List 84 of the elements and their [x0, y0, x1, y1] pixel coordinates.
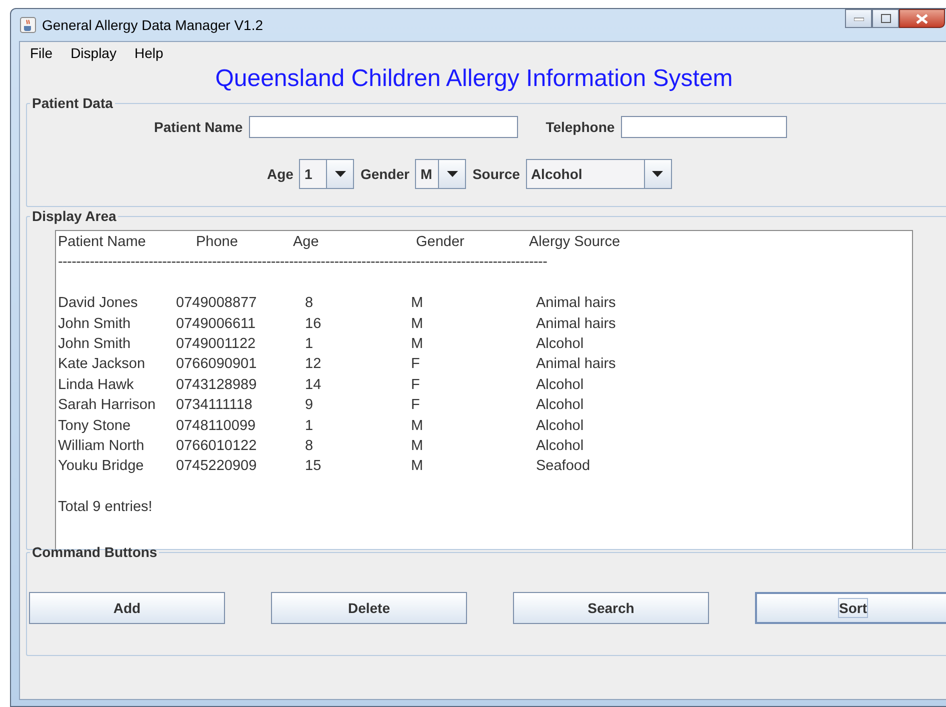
- caret-icon: [334, 171, 346, 177]
- table-cell: Seafood: [536, 458, 590, 474]
- window-title: General Allergy Data Manager V1.2: [42, 17, 264, 33]
- table-cell: Alcohol: [536, 438, 584, 454]
- table-cell: F: [411, 376, 420, 393]
- column-header: Patient Name: [58, 234, 146, 250]
- table-cell: 0734111118: [176, 397, 252, 414]
- source-dropdown[interactable]: Alcohol: [526, 159, 672, 189]
- table-cell: Alcohol: [536, 336, 584, 352]
- section-title: Patient Data: [31, 95, 114, 111]
- close-button[interactable]: [899, 9, 945, 28]
- field-label: Age: [267, 166, 294, 182]
- table-cell: M: [411, 418, 424, 434]
- telephone-field[interactable]: [620, 116, 787, 138]
- minimize-button[interactable]: [845, 9, 872, 28]
- table-cell: Linda Hawk: [58, 376, 134, 393]
- table-cell: M: [411, 336, 424, 352]
- table-cell: M: [411, 295, 424, 312]
- app-heading: Queensland Children Allergy Information System: [214, 64, 734, 94]
- table-cell: Animal hairs: [536, 356, 616, 372]
- table-cell: David Jones: [58, 295, 138, 312]
- field-label: Source: [472, 166, 520, 182]
- table-cell: 0766090901: [176, 356, 257, 372]
- column-header: Alergy Source: [529, 234, 620, 250]
- caret-icon: [446, 171, 458, 177]
- maximize-icon: [880, 14, 890, 23]
- table-cell: 0749008877: [176, 295, 257, 312]
- table-cell: 1: [305, 418, 314, 434]
- table-cell: 12: [305, 356, 322, 372]
- caret-icon: [652, 171, 664, 177]
- table-cell: Alcohol: [536, 376, 584, 393]
- command-button[interactable]: Delete: [271, 592, 467, 624]
- maximize-button[interactable]: [872, 9, 899, 28]
- table-cell: Youku Bridge: [58, 458, 144, 474]
- age-dropdown[interactable]: 1: [299, 159, 354, 189]
- table-cell: 16: [305, 316, 322, 332]
- field-label: Gender: [360, 166, 410, 182]
- table-cell: F: [411, 397, 420, 414]
- table-cell: 9: [305, 397, 314, 414]
- table-cell: F: [411, 356, 420, 372]
- command-button[interactable]: Sort: [755, 592, 946, 624]
- close-icon: [916, 14, 928, 24]
- total-text: Total 9 entries!: [58, 499, 152, 516]
- table-cell: John Smith: [58, 336, 131, 352]
- table-cell: 0745220909: [176, 458, 257, 474]
- menu-item[interactable]: Display: [70, 45, 116, 63]
- patient-name-field[interactable]: [248, 116, 518, 138]
- table-cell: 0749001122: [176, 336, 256, 352]
- field-label: Patient Name: [154, 119, 243, 135]
- table-cell: 8: [305, 438, 314, 454]
- table-cell: M: [411, 438, 424, 454]
- table-cell: 1: [305, 336, 314, 352]
- table-cell: M: [411, 316, 424, 332]
- table-cell: John Smith: [58, 316, 131, 332]
- table-cell: 8: [305, 295, 314, 312]
- table-cell: Tony Stone: [58, 418, 131, 434]
- table-cell: Alcohol: [536, 418, 584, 434]
- command-button[interactable]: Search: [513, 592, 709, 624]
- table-cell: 0766010122: [176, 438, 257, 454]
- table-cell: Animal hairs: [536, 316, 616, 332]
- column-header: Phone: [196, 234, 238, 250]
- field-label: Telephone: [546, 119, 615, 135]
- table-cell: Animal hairs: [536, 295, 616, 312]
- gender-dropdown[interactable]: M: [415, 159, 466, 189]
- table-cell: 0748110099: [176, 418, 256, 434]
- table-cell: M: [411, 458, 424, 474]
- table-cell: 0743128989: [176, 376, 257, 393]
- section-title: Command Buttons: [31, 544, 158, 560]
- java-cup-icon: [20, 17, 36, 33]
- separator-text: ------------------------------------------------------------------------------------------------------------: [58, 254, 548, 270]
- section-title: Display Area: [31, 209, 118, 224]
- menu-item[interactable]: Help: [134, 45, 164, 63]
- table-cell: Alcohol: [536, 397, 584, 414]
- minimize-icon: [854, 16, 864, 20]
- column-header: Age: [293, 234, 319, 250]
- table-cell: 14: [305, 376, 322, 393]
- table-cell: Kate Jackson: [58, 356, 146, 372]
- table-cell: Sarah Harrison: [58, 397, 156, 414]
- command-button[interactable]: Add: [29, 592, 225, 624]
- table-cell: 0749006611: [176, 316, 256, 332]
- menu-item[interactable]: File: [30, 45, 53, 63]
- table-cell: 15: [305, 458, 322, 474]
- column-header: Gender: [416, 234, 464, 250]
- table-cell: William North: [58, 438, 144, 454]
